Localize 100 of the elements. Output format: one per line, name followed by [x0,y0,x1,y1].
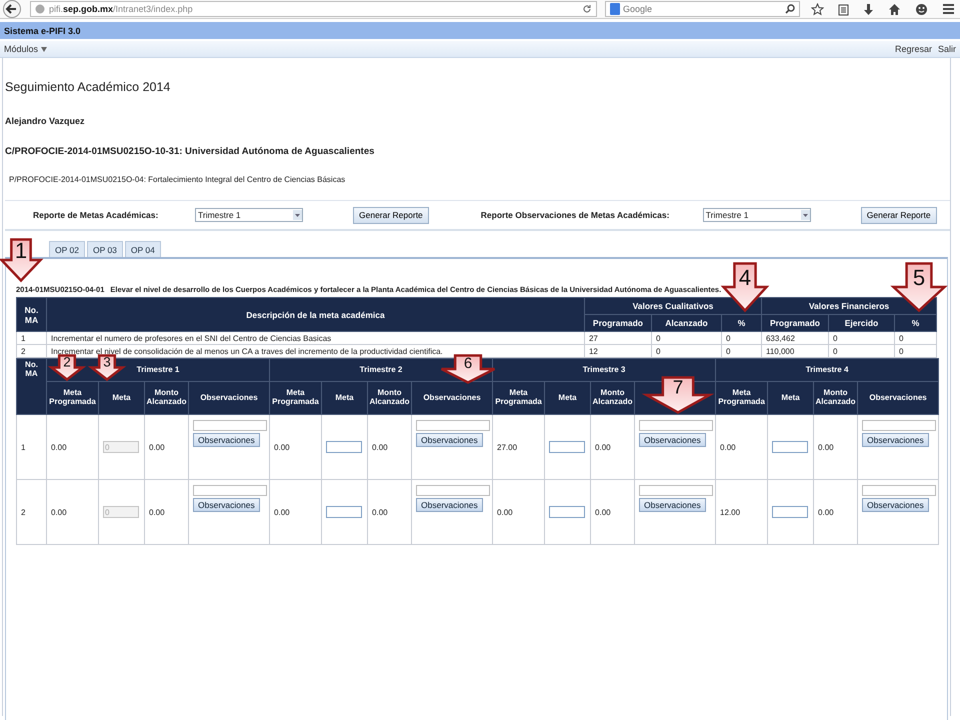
table-header: Trimestre 4 [716,358,939,382]
caret-icon [41,46,48,52]
table-header: No. MA [16,298,46,332]
project-heading: C/PROFOCIE-2014-01MSU0215O-10-31: Universidad Autónoma de Aguascalientes [5,146,376,157]
search-field[interactable]: Google [605,1,800,17]
smiley-icon[interactable] [915,2,928,16]
table-cell: 0.00 [814,414,858,480]
callout-arrow [88,354,126,382]
app-title: Sistema e-PIFI 3.0 [4,26,81,36]
table-header: Trimestre 3 [492,358,716,382]
table-header: Observaciones [412,382,493,414]
nav-link[interactable]: Salir [938,44,956,54]
table-header: % [894,314,936,332]
table-cell: 12.00 [716,480,768,544]
dropdown-icon [800,210,810,220]
callout-arrow [440,354,496,384]
star-icon[interactable] [811,2,824,16]
callout-arrow [0,238,44,282]
globe-icon [35,4,45,14]
generate-report-button[interactable]: Generar Reporte [860,206,937,224]
table-header: Programado [761,314,828,332]
table-header: Meta [544,382,591,414]
observations-button[interactable]: Observaciones [639,433,706,447]
table-header: Monto Alcanzado [590,382,635,414]
table-header: Meta [322,382,368,414]
user-name: Alejandro Vazquez [5,116,86,126]
table-cell: Incrementar el numero de profesores en el SNI del Centro de Ciencias Basicas [46,332,584,344]
table-cell: 0.00 [270,480,322,544]
table-header: Meta Programada [716,382,768,414]
text-area[interactable] [862,420,936,431]
observations-button[interactable]: Observaciones [639,498,706,512]
tab[interactable]: OP 03 [86,241,123,257]
text-area[interactable] [862,485,936,496]
table-header: Monto Alcanzado [368,382,412,414]
text-area[interactable] [639,485,714,496]
table-cell: 0.00 [46,480,98,544]
text-area[interactable] [416,485,490,496]
table-header: Observaciones [188,382,270,414]
back-icon[interactable] [2,0,22,18]
table-cell: 0.00 [368,480,412,544]
observations-button[interactable]: Observaciones [416,498,483,512]
callout-arrow [720,262,770,312]
menu-icon[interactable] [942,3,955,15]
observations-button[interactable]: Observaciones [862,498,929,512]
input-field[interactable] [326,441,362,453]
table-header: Monto Alcanzado [144,382,188,414]
address-bar[interactable]: pifi.sep.gob.mx/Intranet3/index.php [30,1,597,17]
input-field[interactable] [772,506,808,518]
tab[interactable]: OP 04 [124,241,161,257]
table-header: Valores Financieros [761,298,936,314]
callout-number: 4 [738,265,752,290]
input-field[interactable] [549,441,586,453]
input-field[interactable] [772,441,808,453]
table-cell: 27 [584,332,652,344]
table-header: Alcanzado [651,314,722,332]
url-text: pifi.sep.gob.mx/Intranet3/index.php [49,4,193,14]
modules-menu[interactable]: Módulos [4,44,48,54]
table-cell: 0.00 [368,414,412,480]
table-cell: 1 [16,332,46,344]
search-icon[interactable] [785,4,795,14]
table-cell: 0.00 [590,480,635,544]
table-cell: 0 [894,332,936,344]
table-header: Descripción de la meta académica [46,298,584,332]
nav-link[interactable]: Regresar [894,44,932,54]
table-cell: 0.00 [46,414,98,480]
observations-button[interactable]: Observaciones [416,433,483,447]
table-header: Meta [98,382,144,414]
clipboard-icon[interactable] [838,2,849,16]
text-area[interactable] [416,420,490,431]
table-header: Meta Programada [46,382,98,414]
table-header: Meta [768,382,814,414]
reload-icon[interactable] [582,4,592,14]
text-area[interactable] [193,420,267,431]
page-title: Seguimiento Académico 2014 [5,79,172,94]
table-cell: 1 [16,414,46,480]
text-area[interactable] [193,485,267,496]
table-header: Ejercido [828,314,894,332]
generate-report-button[interactable]: Generar Reporte [353,206,429,224]
table-cell: 0.00 [270,414,322,480]
table-cell: 0 [828,332,894,344]
text-area[interactable] [639,420,714,431]
input-field[interactable] [549,506,586,518]
table-cell: 2 [16,480,46,544]
search-engine-icon [610,3,620,15]
download-icon[interactable] [863,2,874,16]
quarter-select[interactable]: Trimestre 1 [195,208,303,222]
home-icon[interactable] [888,2,901,16]
quarter-select[interactable]: Trimestre 1 [702,208,811,222]
table-header: Meta Programada [270,382,322,414]
table-header: Programado [584,314,652,332]
observations-button[interactable]: Observaciones [862,433,929,447]
table-cell: 0.00 [144,480,188,544]
report-label: Reporte Observaciones de Metas Académicas: [480,210,670,220]
dropdown-icon [293,210,302,220]
table-cell: 0.00 [716,414,768,480]
callout-number: 5 [912,265,926,290]
input-field[interactable] [326,506,362,518]
table-cell: 0 [721,332,762,344]
table-cell: 27.00 [492,414,545,480]
tab[interactable]: OP 02 [49,241,85,257]
